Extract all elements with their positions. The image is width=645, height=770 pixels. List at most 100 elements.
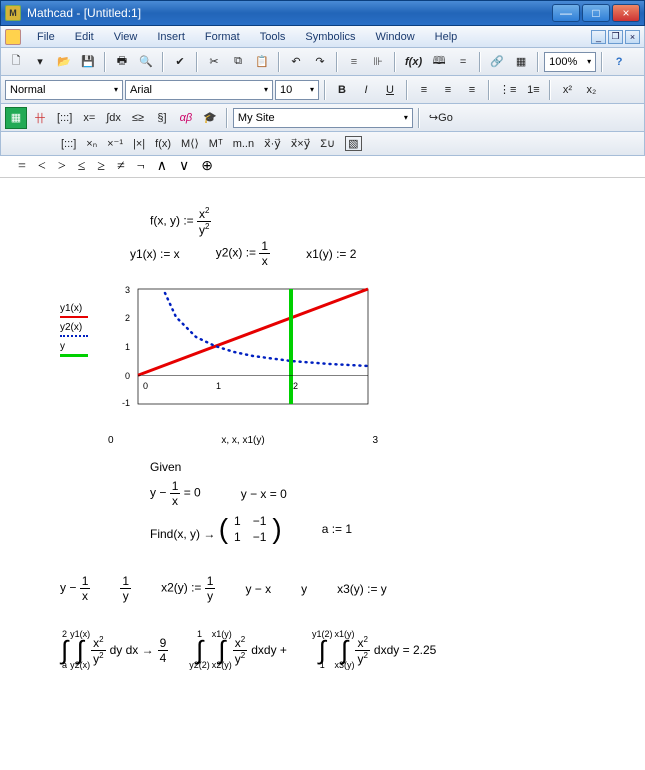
op-and[interactable]: ∧ bbox=[157, 158, 167, 175]
print-preview-button[interactable]: 🔍 bbox=[135, 51, 157, 73]
matrix-toolbar-icon[interactable]: [:::] bbox=[53, 107, 76, 129]
op-le[interactable]: ≤ bbox=[78, 159, 86, 175]
eq-fxy[interactable]: f(x, y) := x2 y2 bbox=[150, 207, 211, 236]
save-button[interactable]: 💾 bbox=[77, 51, 99, 73]
insert-unit-button[interactable]: 🕮 bbox=[428, 51, 450, 73]
open-button[interactable]: 📂 bbox=[53, 51, 75, 73]
paste-button[interactable]: 📋 bbox=[251, 51, 273, 73]
double-integral-1[interactable]: 2∫a y1(x)∫y2(x) x2y2 dy dx → 94 bbox=[60, 630, 168, 670]
palette-cross-icon[interactable]: x⃗×y⃗ bbox=[291, 137, 310, 150]
double-integral-2[interactable]: 1∫y2(2) x1(y)∫x2(y) x2y2 dxdy + bbox=[188, 630, 291, 670]
palette-dot-icon[interactable]: x⃗·y⃗ bbox=[264, 137, 281, 150]
insert-component-button[interactable]: ▦ bbox=[510, 51, 532, 73]
menu-format[interactable]: Format bbox=[195, 28, 250, 46]
xy-plot[interactable]: y1(x) y2(x) y 3 2 1 0 -1 0 1 2 bbox=[60, 279, 605, 429]
insert-hyperlink-button[interactable]: 🔗 bbox=[486, 51, 508, 73]
op-xor[interactable]: ⊕ bbox=[201, 158, 213, 175]
new-button[interactable]: 🗋 bbox=[5, 51, 27, 73]
palette-vectorize-icon[interactable]: f(x) bbox=[155, 138, 171, 150]
print-button[interactable]: 🖶 bbox=[111, 51, 133, 73]
a-assign[interactable]: a := 1 bbox=[322, 522, 352, 536]
find-expr[interactable]: Find(x, y) → ( 1−11−1 ) bbox=[150, 513, 282, 545]
op-ne[interactable]: ≠ bbox=[117, 159, 125, 175]
palette-inverse-icon[interactable]: ×⁻¹ bbox=[107, 137, 123, 150]
align2-icon[interactable]: ⊪ bbox=[367, 51, 389, 73]
align-right-button[interactable]: ≡ bbox=[461, 79, 483, 101]
palette-picture-icon[interactable]: ▧ bbox=[345, 136, 361, 151]
bold-button[interactable]: B bbox=[331, 79, 353, 101]
eq-y1[interactable]: y1(x) := x bbox=[130, 247, 180, 261]
expr-1-over-y[interactable]: 1y bbox=[120, 575, 131, 602]
op-gt[interactable]: > bbox=[58, 159, 66, 175]
insert-function-button[interactable]: f(x) bbox=[401, 51, 426, 73]
palette-column-icon[interactable]: M⟨⟩ bbox=[181, 137, 199, 150]
minimize-button[interactable]: — bbox=[552, 4, 580, 22]
align-left-button[interactable]: ≡ bbox=[413, 79, 435, 101]
expr-y-minus-x[interactable]: y − x bbox=[245, 582, 271, 596]
menu-window[interactable]: Window bbox=[366, 28, 425, 46]
calculator-icon[interactable]: ▦ bbox=[5, 107, 27, 129]
cut-button[interactable]: ✂ bbox=[203, 51, 225, 73]
font-size-combo[interactable]: 10▾ bbox=[275, 80, 319, 100]
calculate-button[interactable]: = bbox=[452, 51, 474, 73]
subscript-button[interactable]: x₂ bbox=[580, 79, 602, 101]
zoom-combo[interactable]: 100%▾ bbox=[544, 52, 596, 72]
calculus-toolbar-icon[interactable]: ∫dx bbox=[102, 107, 125, 129]
undo-button[interactable]: ↶ bbox=[285, 51, 307, 73]
expr-y-minus-1x[interactable]: y − 1x bbox=[60, 575, 90, 602]
new-dropdown-icon[interactable]: ▾ bbox=[29, 51, 51, 73]
palette-subscript-icon[interactable]: ×ₙ bbox=[86, 137, 97, 150]
given-keyword[interactable]: Given bbox=[150, 460, 605, 474]
palette-abs-icon[interactable]: |×| bbox=[133, 138, 145, 150]
palette-range-icon[interactable]: m..n bbox=[233, 138, 254, 150]
menu-edit[interactable]: Edit bbox=[65, 28, 104, 46]
palette-matrix-icon[interactable]: [:::] bbox=[61, 138, 76, 150]
worksheet-area[interactable]: f(x, y) := x2 y2 y1(x) := x y2(x) := 1x … bbox=[0, 178, 645, 700]
maximize-button[interactable]: □ bbox=[582, 4, 610, 22]
expr-y[interactable]: y bbox=[301, 582, 307, 596]
constraint-2[interactable]: y − x = 0 bbox=[241, 487, 287, 501]
double-integral-3[interactable]: y1(2)∫1 x1(y)∫x3(y) x2y2 dxdy = 2.25 bbox=[311, 630, 436, 670]
x3-def[interactable]: x3(y) := y bbox=[337, 582, 387, 596]
resource-site-combo[interactable]: My Site▾ bbox=[233, 108, 413, 128]
x2-def[interactable]: x2(y) := 1y bbox=[161, 575, 215, 602]
symbolic-toolbar-icon[interactable]: 🎓 bbox=[199, 107, 221, 129]
menu-tools[interactable]: Tools bbox=[250, 28, 296, 46]
menu-symbolics[interactable]: Symbolics bbox=[295, 28, 365, 46]
superscript-button[interactable]: x² bbox=[556, 79, 578, 101]
align-icon[interactable]: ≡ bbox=[343, 51, 365, 73]
programming-toolbar-icon[interactable]: §] bbox=[151, 107, 173, 129]
italic-button[interactable]: I bbox=[355, 79, 377, 101]
close-button[interactable]: × bbox=[612, 4, 640, 22]
op-or[interactable]: ∨ bbox=[179, 158, 189, 175]
graph-toolbar-icon[interactable]: 卄 bbox=[29, 107, 51, 129]
menu-file[interactable]: File bbox=[27, 28, 65, 46]
greek-toolbar-icon[interactable]: αβ bbox=[175, 107, 197, 129]
redo-button[interactable]: ↷ bbox=[309, 51, 331, 73]
op-ge[interactable]: ≥ bbox=[97, 159, 105, 175]
boolean-toolbar-icon[interactable]: ≤≥ bbox=[127, 107, 149, 129]
bullets-button[interactable]: ⋮≡ bbox=[495, 79, 520, 101]
op-eq[interactable]: = bbox=[18, 159, 26, 175]
underline-button[interactable]: U bbox=[379, 79, 401, 101]
eq-x1[interactable]: x1(y) := 2 bbox=[306, 247, 356, 261]
op-not[interactable]: ¬ bbox=[137, 159, 145, 175]
eq-y2[interactable]: y2(x) := 1x bbox=[216, 240, 270, 267]
palette-transpose-icon[interactable]: Mᵀ bbox=[209, 138, 223, 150]
spellcheck-button[interactable]: ✔ bbox=[169, 51, 191, 73]
align-center-button[interactable]: ≡ bbox=[437, 79, 459, 101]
mdi-close-button[interactable]: × bbox=[625, 30, 640, 44]
palette-sum-icon[interactable]: Σ∪ bbox=[320, 137, 335, 150]
op-lt[interactable]: < bbox=[38, 159, 46, 175]
menu-help[interactable]: Help bbox=[425, 28, 468, 46]
copy-button[interactable]: ⧉ bbox=[227, 51, 249, 73]
menu-view[interactable]: View bbox=[104, 28, 148, 46]
app-menu-icon[interactable] bbox=[5, 29, 21, 45]
style-combo[interactable]: Normal▾ bbox=[5, 80, 123, 100]
mdi-minimize-button[interactable]: _ bbox=[591, 30, 606, 44]
menu-insert[interactable]: Insert bbox=[147, 28, 195, 46]
help-button[interactable]: ? bbox=[608, 51, 630, 73]
numbering-button[interactable]: 1≡ bbox=[522, 79, 544, 101]
go-button[interactable]: ↪ Go bbox=[425, 107, 457, 129]
mdi-restore-button[interactable]: ❐ bbox=[608, 30, 623, 44]
